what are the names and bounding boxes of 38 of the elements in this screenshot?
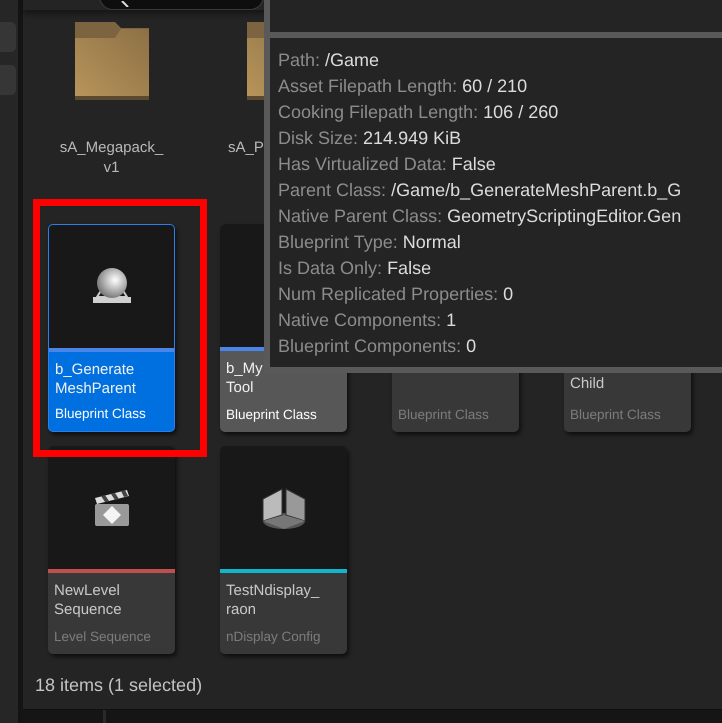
- property-label: Disk Size:: [278, 128, 358, 148]
- property-value: 106 / 260: [483, 102, 558, 122]
- asset-type: Level Sequence: [54, 629, 151, 644]
- property-label: Path:: [278, 50, 320, 70]
- property-value: 60 / 210: [462, 76, 528, 96]
- property-value: 0: [466, 336, 476, 356]
- asset-type: nDisplay Config: [226, 629, 321, 644]
- property-label: Blueprint Components:: [278, 336, 462, 356]
- property-value: GeometryScriptingEditor.Gen: [447, 206, 682, 226]
- property-value: 0: [503, 284, 514, 304]
- asset-name: Child: [570, 374, 606, 393]
- asset-name: b_Generate MeshParent: [55, 360, 137, 398]
- property-label: Num Replicated Properties:: [278, 284, 498, 304]
- asset-type: Blueprint Class: [226, 407, 317, 422]
- property-label: Has Virtualized Data:: [278, 154, 447, 174]
- asset-type: Blueprint Class: [398, 407, 489, 422]
- asset-name: b_My Tool: [226, 359, 264, 397]
- asset-type: Blueprint Class: [55, 406, 146, 421]
- asset-name: NewLevel Sequence: [54, 581, 123, 619]
- property-label: Is Data Only:: [278, 258, 382, 278]
- property-label: Parent Class:: [278, 180, 386, 200]
- property-value: 214.949 KiB: [363, 128, 462, 148]
- folder-name: sA_Megapack_ v1: [58, 138, 164, 178]
- asset-name: TestNdisplay_ raon: [226, 581, 320, 619]
- property-value: Normal: [402, 232, 461, 252]
- property-label: Native Components:: [278, 310, 442, 330]
- property-value: /Game/b_GenerateMeshParent.b_G: [391, 180, 682, 200]
- folder-name: sA_P: [227, 138, 265, 158]
- property-value: 1: [446, 310, 456, 330]
- property-value: False: [452, 154, 496, 174]
- property-value: False: [387, 258, 432, 278]
- property-value: /Game: [325, 50, 380, 70]
- item-count: 18 items (1 selected): [35, 675, 202, 695]
- property-label: Native Parent Class:: [278, 206, 442, 226]
- property-label: Blueprint Type:: [278, 232, 398, 252]
- asset-type: Blueprint Class: [570, 407, 661, 422]
- property-label: Asset Filepath Length:: [278, 76, 458, 96]
- property-label: Cooking Filepath Length:: [278, 102, 478, 122]
